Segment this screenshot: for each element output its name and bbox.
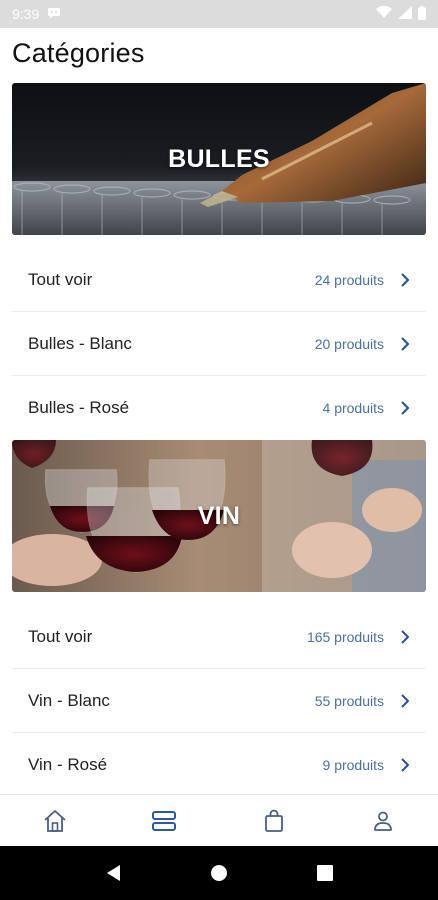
list-item[interactable]: Tout voir 165 produits	[12, 605, 426, 669]
item-name: Bulles - Blanc	[28, 333, 132, 353]
list-item[interactable]: Bulles - Blanc 20 produits	[12, 312, 426, 376]
chevron-right-icon	[401, 272, 410, 287]
item-count: 20 produits	[314, 335, 384, 352]
notification-icon	[47, 6, 61, 22]
item-name: Tout voir	[28, 269, 93, 289]
system-navigation-bar	[0, 846, 438, 900]
list-item[interactable]: Bulles - Rosé 4 produits	[12, 376, 426, 440]
profile-icon	[374, 811, 393, 831]
battery-icon	[418, 5, 426, 23]
recents-icon[interactable]	[316, 864, 334, 882]
page-title: Catégories	[12, 38, 145, 68]
nav-categories[interactable]	[110, 795, 220, 846]
item-name: Bulles - Rosé	[28, 398, 130, 417]
chevron-right-icon	[401, 336, 410, 351]
chevron-right-icon	[401, 401, 410, 415]
item-count: 4 produits	[322, 400, 384, 416]
nav-cart[interactable]	[219, 795, 329, 846]
item-count: 24 produits	[314, 271, 384, 288]
status-bar: 9:39	[0, 0, 438, 28]
list-item[interactable]: Vin - Blanc 55 produits	[12, 669, 426, 733]
screen: 9:39 Catégories BULLES Tout voir 24 prod…	[0, 0, 438, 900]
list-item[interactable]: Vin - Rosé 9 produits	[12, 733, 426, 797]
item-count: 165 produits	[306, 628, 384, 645]
shopping-bag-icon	[264, 809, 283, 832]
home-icon	[44, 809, 66, 832]
category-banner-vin[interactable]: VIN	[12, 440, 426, 592]
nav-profile[interactable]	[329, 795, 438, 846]
signal-icon	[398, 6, 412, 22]
bottom-navigation	[0, 794, 438, 846]
home-button-icon[interactable]	[209, 863, 229, 883]
chevron-right-icon	[401, 629, 410, 644]
chevron-right-icon	[401, 758, 410, 772]
item-name: Tout voir	[28, 626, 93, 646]
category-banner-bulles[interactable]: BULLES	[12, 83, 426, 235]
item-count: 55 produits	[314, 692, 384, 709]
item-name: Vin - Rosé	[28, 755, 108, 774]
categories-icon	[152, 810, 177, 831]
chevron-right-icon	[401, 693, 410, 708]
wifi-icon	[376, 5, 392, 22]
banner-label: VIN	[197, 501, 241, 530]
status-time: 9:39	[12, 6, 40, 22]
list-item[interactable]: Tout voir 24 produits	[12, 248, 426, 312]
banner-label: BULLES	[168, 144, 270, 173]
nav-home[interactable]	[0, 795, 110, 846]
item-count: 9 produits	[322, 757, 384, 773]
back-icon[interactable]	[104, 863, 122, 883]
item-name: Vin - Blanc	[28, 690, 110, 710]
